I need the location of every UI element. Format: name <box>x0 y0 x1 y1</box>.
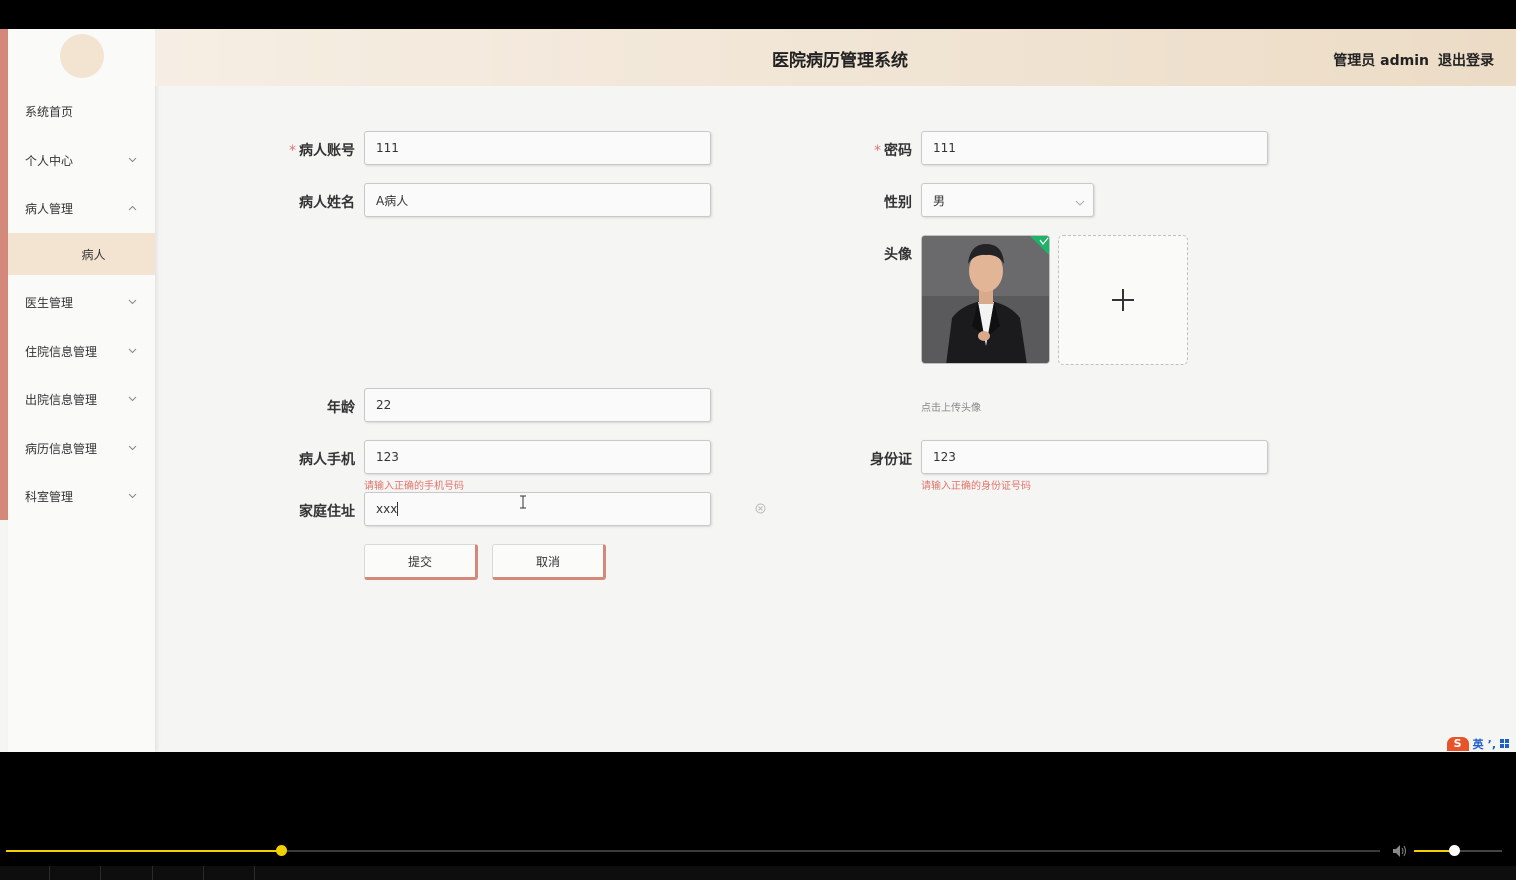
seek-bar-handle[interactable] <box>275 845 287 856</box>
sidebar-item-patient-management[interactable]: 病人管理 <box>8 188 155 228</box>
sidebar-item-inpatient-management[interactable]: 住院信息管理 <box>8 331 155 371</box>
sidebar-item-home[interactable]: 系统首页 <box>8 91 155 131</box>
app-screen: 系统首页 个人中心 病人管理 病人 医生管理 住院信息管理 出院信息管理 病历信… <box>0 29 1516 752</box>
phone-error: 请输入正确的手机号码 <box>364 481 464 492</box>
chevron-up-icon <box>127 203 137 213</box>
required-asterisk: * <box>289 143 296 159</box>
submit-button[interactable]: 提交 <box>364 544 478 580</box>
app-title: 医院病历管理系统 <box>772 51 908 71</box>
sidebar-item-label: 住院信息管理 <box>25 344 98 359</box>
text-cursor-icon <box>520 495 526 509</box>
sidebar-item-discharge-management[interactable]: 出院信息管理 <box>8 379 155 419</box>
video-player-controls <box>0 752 1516 880</box>
chevron-down-icon <box>127 346 137 356</box>
accent-strip <box>0 29 8 520</box>
name-input[interactable]: A病人 <box>364 183 711 217</box>
sidebar-item-medical-record-management[interactable]: 病历信息管理 <box>8 428 155 468</box>
name-label: 病人姓名 <box>299 195 355 211</box>
user-area: 管理员 admin 退出登录 <box>1333 50 1494 70</box>
chevron-down-icon <box>1075 196 1085 206</box>
sidebar-item-personal-center[interactable]: 个人中心 <box>8 140 155 180</box>
volume-slider-handle[interactable] <box>1448 845 1460 856</box>
address-value: xxx <box>376 502 398 516</box>
password-input[interactable]: 111 <box>921 131 1268 165</box>
phone-input[interactable]: 123 <box>364 440 711 474</box>
plus-icon <box>1112 289 1134 311</box>
sidebar-item-department-management[interactable]: 科室管理 <box>8 476 155 516</box>
chevron-down-icon <box>127 443 137 453</box>
idcard-input[interactable]: 123 <box>921 440 1268 474</box>
age-input[interactable]: 22 <box>364 388 711 422</box>
avatar-hint: 点击上传头像 <box>921 403 981 414</box>
avatar-label: 头像 <box>884 247 912 263</box>
password-label: * 密码 <box>874 143 912 159</box>
required-asterisk: * <box>874 143 881 159</box>
sidebar-item-doctor-management[interactable]: 医生管理 <box>8 282 155 322</box>
address-label: 家庭住址 <box>299 504 355 520</box>
app-header: 医院病历管理系统 管理员 admin 退出登录 <box>155 29 1516 86</box>
ime-punct: ’, <box>1487 737 1496 751</box>
gender-select-value: 男 <box>933 193 946 208</box>
sidebar-subitem-label: 病人 <box>81 247 106 262</box>
current-user: 管理员 admin <box>1333 53 1429 69</box>
cancel-button[interactable]: 取消 <box>492 544 606 580</box>
chevron-down-icon <box>127 155 137 165</box>
seek-bar[interactable] <box>6 845 1380 856</box>
chevron-down-icon <box>127 491 137 501</box>
gender-select[interactable]: 男 <box>921 183 1094 217</box>
chevron-down-icon <box>127 297 137 307</box>
logo-avatar <box>60 34 104 78</box>
idcard-label: 身份证 <box>870 452 912 468</box>
volume-icon[interactable] <box>1392 844 1408 858</box>
sidebar-item-label: 医生管理 <box>25 295 74 310</box>
volume-slider-fill <box>1414 850 1454 852</box>
age-label: 年龄 <box>327 400 355 416</box>
chevron-down-icon <box>127 394 137 404</box>
avatar-photo[interactable] <box>921 235 1050 364</box>
sidebar: 系统首页 个人中心 病人管理 病人 医生管理 住院信息管理 出院信息管理 病历信… <box>8 29 155 752</box>
gender-label: 性别 <box>884 195 912 211</box>
text-caret <box>397 502 399 516</box>
account-label: * 病人账号 <box>289 143 355 159</box>
idcard-error: 请输入正确的身份证号码 <box>921 481 1031 492</box>
keyboard-icon <box>1500 738 1510 751</box>
clear-icon[interactable] <box>755 503 766 514</box>
logout-link[interactable]: 退出登录 <box>1438 50 1494 70</box>
player-bottom-bar <box>0 866 1516 880</box>
ime-logo: S <box>1446 737 1469 751</box>
sidebar-item-label: 科室管理 <box>25 489 74 504</box>
sidebar-subitem-patient[interactable]: 病人 <box>8 233 155 275</box>
address-input[interactable]: xxx <box>364 492 711 526</box>
account-input[interactable]: 111 <box>364 131 711 165</box>
ime-lang: 英 <box>1472 738 1484 751</box>
volume-slider[interactable] <box>1414 845 1502 856</box>
sidebar-item-label: 病历信息管理 <box>25 441 98 456</box>
phone-label: 病人手机 <box>299 452 355 468</box>
seek-bar-fill <box>6 850 281 852</box>
sidebar-item-label: 出院信息管理 <box>25 392 98 407</box>
sidebar-item-label: 系统首页 <box>25 104 74 119</box>
avatar-upload-button[interactable] <box>1058 235 1188 365</box>
sidebar-item-label: 病人管理 <box>25 201 74 216</box>
ime-indicator[interactable]: S 英 ’, <box>1446 736 1510 752</box>
sidebar-item-label: 个人中心 <box>25 153 74 168</box>
